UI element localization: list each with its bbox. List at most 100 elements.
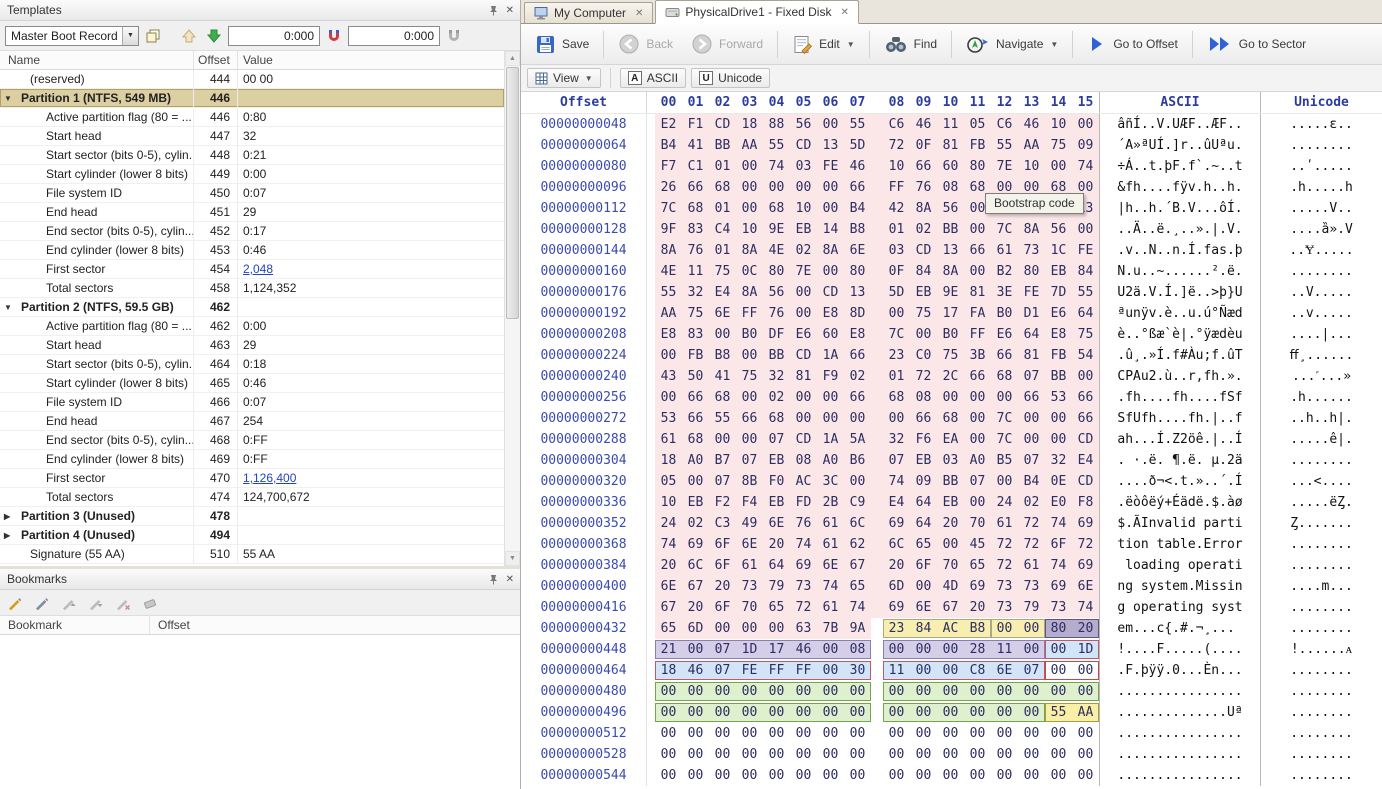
ascii-text[interactable]: .F.þÿÿ.0...Èn...: [1099, 660, 1261, 681]
hex-row-offset[interactable]: 00000000512: [521, 723, 647, 744]
hex-bytes[interactable]: 00000000000000000000000000000000: [647, 723, 1099, 744]
hex-row-offset[interactable]: 00000000304: [521, 450, 647, 471]
ascii-text[interactable]: CPAu2.ù..r,fh.».: [1099, 366, 1261, 387]
ascii-text[interactable]: ´A»ªUÍ.]r..ûUªu.: [1099, 135, 1261, 156]
template-row[interactable]: File system ID4660:07: [0, 393, 504, 412]
pin-icon[interactable]: [488, 574, 499, 585]
ascii-text[interactable]: g operating syst: [1099, 597, 1261, 618]
ascii-text[interactable]: ÷Á..t.þF.f`.~..t: [1099, 156, 1261, 177]
hex-row-offset[interactable]: 00000000112: [521, 198, 647, 219]
ascii-text[interactable]: .fh....fh....fSf: [1099, 387, 1261, 408]
templates-scrollbar[interactable]: ▲ ▼: [504, 51, 520, 566]
hex-bytes[interactable]: 000000000000000000000000000055AA: [647, 702, 1099, 723]
ascii-text[interactable]: U2ä.V.Í.]ë..>þ}U: [1099, 282, 1261, 303]
ascii-toggle[interactable]: A ASCII: [620, 68, 686, 88]
column-header-name[interactable]: Name: [0, 51, 194, 69]
hex-row-offset[interactable]: 00000000176: [521, 282, 647, 303]
hex-bytes[interactable]: 2100071D17460008000000281100001D: [647, 639, 1099, 660]
unicode-text[interactable]: .h......: [1261, 387, 1382, 408]
template-row[interactable]: End sector (bits 0-5), cylin...4680:FF: [0, 431, 504, 450]
hex-row-offset[interactable]: 00000000448: [521, 639, 647, 660]
hex-bytes[interactable]: 6168000007CD1A5A32F6EA007C0000CD: [647, 429, 1099, 450]
back-button[interactable]: Back: [610, 28, 681, 60]
hex-row-offset[interactable]: 00000000288: [521, 429, 647, 450]
scroll-down-icon[interactable]: ▼: [505, 551, 520, 566]
unicode-text[interactable]: Ȥ.......: [1261, 513, 1382, 534]
unicode-text[interactable]: .h.....h: [1261, 177, 1382, 198]
template-row[interactable]: Start head44732: [0, 127, 504, 146]
close-bookmarks-panel-icon[interactable]: ✕: [506, 574, 514, 585]
hex-bytes[interactable]: 206C6F6164696E67206F706572617469: [647, 555, 1099, 576]
ascii-text[interactable]: ....ð¬<.t.»..´.Í: [1099, 471, 1261, 492]
template-row[interactable]: (reserved)44400 00: [0, 70, 504, 89]
template-row[interactable]: End head467254: [0, 412, 504, 431]
column-header-offset[interactable]: Offset: [194, 51, 238, 69]
hex-bytes[interactable]: 00000000000000000000000000000000: [647, 744, 1099, 765]
navigate-button[interactable]: Navigate ▼: [958, 29, 1066, 60]
template-row[interactable]: Start cylinder (lower 8 bits)4490:00: [0, 165, 504, 184]
hex-bytes[interactable]: 435041753281F90201722C666807BB00: [647, 366, 1099, 387]
hex-row-offset[interactable]: 00000000400: [521, 576, 647, 597]
anchor-template-button-2[interactable]: [443, 25, 465, 47]
template-row[interactable]: File system ID4500:07: [0, 184, 504, 203]
hex-row-offset[interactable]: 00000000528: [521, 744, 647, 765]
unicode-toggle[interactable]: U Unicode: [691, 68, 770, 88]
template-offset-input-2[interactable]: 0:000: [348, 26, 440, 46]
hex-bytes[interactable]: 00000000000000000000000000000000: [647, 765, 1099, 786]
hex-bytes[interactable]: 5532E48A5600CD135DEB9E813EFE7D55: [647, 282, 1099, 303]
ascii-text[interactable]: N.u..~......².ë.: [1099, 261, 1261, 282]
chevron-down-icon[interactable]: ▼: [122, 27, 138, 45]
hex-bytes[interactable]: 184607FEFFFF0030110000C86E070000: [647, 660, 1099, 681]
clear-bookmarks-button[interactable]: [139, 592, 161, 614]
goto-sector-button[interactable]: Go to Sector: [1199, 29, 1314, 59]
hex-row-offset[interactable]: 00000000240: [521, 366, 647, 387]
unicode-text[interactable]: ........: [1261, 555, 1382, 576]
ascii-text[interactable]: .û¸.»Í.f#Àu;f.ûT: [1099, 345, 1261, 366]
unicode-text[interactable]: ..V.....: [1261, 282, 1382, 303]
hex-bytes[interactable]: B441BBAA55CD135D720F81FB55AA7509: [647, 135, 1099, 156]
hex-bytes[interactable]: 00000000000000000000000000000000: [647, 681, 1099, 702]
hex-bytes[interactable]: 5366556668000000006668007C000066: [647, 408, 1099, 429]
hex-row-offset[interactable]: 00000000144: [521, 240, 647, 261]
ascii-text[interactable]: |h..h.´B.V...ôÍ.: [1099, 198, 1261, 219]
hex-bytes[interactable]: 2402C3496E76616C6964207061727469: [647, 513, 1099, 534]
ascii-text[interactable]: . ·.ë. ¶.ë. µ.2ä: [1099, 450, 1261, 471]
unicode-text[interactable]: ....|...: [1261, 324, 1382, 345]
previous-field-button[interactable]: [178, 25, 200, 47]
template-row[interactable]: Signature (55 AA)51055 AA: [0, 545, 504, 564]
ascii-text[interactable]: &fh....fÿv.h..h.: [1099, 177, 1261, 198]
hex-bytes[interactable]: AA756EFF7600E88D007517FAB0D1E664: [647, 303, 1099, 324]
template-row[interactable]: End cylinder (lower 8 bits)4530:46: [0, 241, 504, 260]
template-row[interactable]: Start cylinder (lower 8 bits)4650:46: [0, 374, 504, 393]
ascii-text[interactable]: .ëòôëý+Éädë.$.àø: [1099, 492, 1261, 513]
unicode-text[interactable]: ........: [1261, 135, 1382, 156]
ascii-text[interactable]: $.ÃInvalid parti: [1099, 513, 1261, 534]
scroll-up-icon[interactable]: ▲: [505, 51, 520, 66]
hex-bytes[interactable]: 10EBF2F4EBFD2BC9E464EB002402E0F8: [647, 492, 1099, 513]
unicode-text[interactable]: ........: [1261, 702, 1382, 723]
hex-bytes[interactable]: 4E11750C807E00800F848A00B280EB84: [647, 261, 1099, 282]
hex-row-offset[interactable]: 00000000160: [521, 261, 647, 282]
hex-row-offset[interactable]: 00000000416: [521, 597, 647, 618]
unicode-text[interactable]: ........: [1261, 261, 1382, 282]
unicode-text[interactable]: ....m...: [1261, 576, 1382, 597]
template-row[interactable]: Start head46329: [0, 336, 504, 355]
template-row[interactable]: First sector4542,048: [0, 260, 504, 279]
pin-icon[interactable]: [488, 5, 499, 16]
previous-bookmark-button[interactable]: [58, 592, 80, 614]
unicode-text[interactable]: ........: [1261, 744, 1382, 765]
template-row[interactable]: ▼Partition 2 (NTFS, 59.5 GB)462: [0, 298, 504, 317]
next-bookmark-button[interactable]: [85, 592, 107, 614]
template-row[interactable]: First sector4701,126,400: [0, 469, 504, 488]
hex-row-offset[interactable]: 00000000480: [521, 681, 647, 702]
template-field-value-link[interactable]: 1,126,400: [238, 469, 504, 487]
ascii-text[interactable]: ..Ä..ë.¸..».|.V.: [1099, 219, 1261, 240]
hex-row-offset[interactable]: 00000000048: [521, 114, 647, 135]
hex-bytes[interactable]: 6E672073797374656D004D697373696E: [647, 576, 1099, 597]
edit-bookmark-button[interactable]: [31, 592, 53, 614]
ascii-text[interactable]: âñÍ..V.UÆF..ÆF..: [1099, 114, 1261, 135]
unicode-text[interactable]: !......ᴀ: [1261, 639, 1382, 660]
template-row[interactable]: Active partition flag (80 = ...4620:00: [0, 317, 504, 336]
ascii-text[interactable]: ªunÿv.è..u.ú°Ñæd: [1099, 303, 1261, 324]
unicode-text[interactable]: ....ȁ».V: [1261, 219, 1382, 240]
